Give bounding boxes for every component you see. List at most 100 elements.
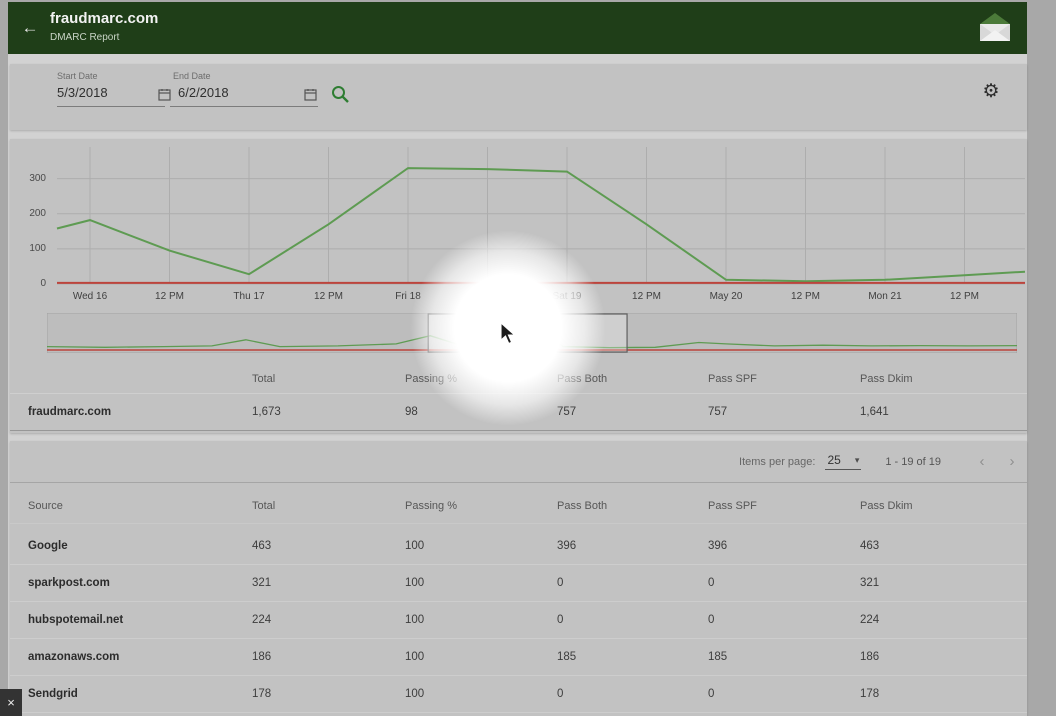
- close-icon[interactable]: ×: [0, 689, 22, 716]
- table-row[interactable]: sparkpost.com 321 100 0 0 321: [10, 564, 1027, 602]
- table-row[interactable]: hubspotemail.net 224 100 0 0 224: [10, 601, 1027, 639]
- source-name: Sendgrid: [28, 688, 78, 700]
- table-header-row: Source Total Passing % Pass Both Pass SPF Pas…: [10, 489, 1027, 524]
- x-tick-label: Wed 16: [73, 291, 107, 302]
- summary-value: 757: [557, 406, 576, 418]
- date-filter-card: Start Date 5/3/2018 End Date 6/2/2018 ⚙: [10, 64, 1027, 130]
- next-page-button[interactable]: ›: [997, 453, 1027, 470]
- items-per-page-label: Items per page:: [739, 456, 815, 468]
- source-value: 463: [252, 540, 271, 552]
- page-size-value: 25: [827, 453, 840, 467]
- source-value: 396: [557, 540, 576, 552]
- end-date-label: End Date: [173, 71, 211, 81]
- y-tick-label: 300: [20, 173, 46, 184]
- source-value: 463: [860, 540, 879, 552]
- source-value: 321: [860, 577, 879, 589]
- source-value: 396: [708, 540, 727, 552]
- source-value: 185: [708, 651, 727, 663]
- y-tick-label: 0: [20, 278, 46, 289]
- brush-selection[interactable]: [428, 314, 627, 352]
- summary-col-header: Pass SPF: [708, 373, 757, 385]
- source-value: 0: [708, 577, 714, 589]
- source-name: hubspotemail.net: [28, 614, 123, 626]
- source-value: 0: [557, 688, 563, 700]
- source-name: Google: [28, 540, 68, 552]
- source-value: 186: [860, 651, 879, 663]
- x-tick-label: 12 PM: [632, 291, 661, 302]
- summary-data-row: fraudmarc.com 1,673 98 757 757 1,641: [10, 394, 1027, 431]
- paginator: Items per page: 25 ▾ 1 - 19 of 19 ‹ ›: [10, 441, 1027, 483]
- x-tick-label: 12 PM: [791, 291, 820, 302]
- table-col-header: Pass Both: [557, 500, 607, 512]
- start-date-label: Start Date: [57, 71, 98, 81]
- table-row[interactable]: Google 463 100 396 396 463: [10, 527, 1027, 565]
- summary-col-header: Pass Dkim: [860, 373, 913, 385]
- x-tick-label: Mon 21: [868, 291, 901, 302]
- summary-value: 1,673: [252, 406, 281, 418]
- x-tick-label: Fri 18: [395, 291, 421, 302]
- source-value: 100: [405, 577, 424, 589]
- end-date-underline: [170, 106, 318, 107]
- source-name: amazonaws.com: [28, 651, 119, 663]
- source-value: 0: [708, 614, 714, 626]
- search-icon[interactable]: [330, 84, 350, 104]
- chart-card: 0 100 200 300 Wed 16 12 PM Thu 17 12 PM Fri 18 1…: [10, 139, 1027, 433]
- calendar-icon[interactable]: [304, 88, 318, 102]
- source-value: 178: [860, 688, 879, 700]
- summary-header-row: Total Passing % Pass Both Pass SPF Pass Dkim: [10, 365, 1027, 394]
- chart-brush-strip[interactable]: [47, 313, 1017, 353]
- source-value: 0: [557, 614, 563, 626]
- summary-col-header: Pass Both: [557, 373, 607, 385]
- source-table-card: Items per page: 25 ▾ 1 - 19 of 19 ‹ › So…: [10, 441, 1027, 716]
- summary-value: 1,641: [860, 406, 889, 418]
- page-title: fraudmarc.com: [50, 10, 158, 27]
- page: ← fraudmarc.com DMARC Report Start Date …: [0, 0, 1056, 716]
- end-date-input[interactable]: 6/2/2018: [178, 85, 229, 100]
- x-tick-label: Thu 17: [233, 291, 264, 302]
- calendar-icon[interactable]: [158, 88, 172, 102]
- x-tick-label: 12 PM: [473, 291, 502, 302]
- source-value: 224: [860, 614, 879, 626]
- x-tick-label: May 20: [710, 291, 743, 302]
- series-line-passing: [57, 168, 1025, 281]
- y-tick-label: 200: [20, 208, 46, 219]
- page-subtitle: DMARC Report: [50, 32, 119, 43]
- page-range-text: 1 - 19 of 19: [885, 456, 941, 468]
- x-tick-label: 12 PM: [950, 291, 979, 302]
- table-row[interactable]: Sendgrid17810000178: [10, 675, 1027, 713]
- source-value: 185: [557, 651, 576, 663]
- source-value: 100: [405, 688, 424, 700]
- app-header: ← fraudmarc.com DMARC Report: [8, 2, 1027, 54]
- timeseries-chart: [47, 147, 1025, 307]
- x-tick-label: 12 PM: [155, 291, 184, 302]
- summary-value: 98: [405, 406, 418, 418]
- chevron-down-icon: ▾: [855, 455, 860, 466]
- source-value: 100: [405, 540, 424, 552]
- source-value: 0: [708, 688, 714, 700]
- summary-domain-name: fraudmarc.com: [28, 406, 111, 418]
- table-col-header: Source: [28, 500, 63, 512]
- table-col-header: Total: [252, 500, 275, 512]
- previous-page-button[interactable]: ‹: [967, 453, 997, 470]
- table-row[interactable]: amazonaws.com186100185185186: [10, 638, 1027, 676]
- y-tick-label: 100: [20, 243, 46, 254]
- back-arrow-icon[interactable]: ←: [18, 16, 42, 40]
- source-value: 100: [405, 614, 424, 626]
- table-col-header: Passing %: [405, 500, 457, 512]
- source-value: 321: [252, 577, 271, 589]
- table-col-header: Pass SPF: [708, 500, 757, 512]
- source-value: 100: [405, 651, 424, 663]
- source-value: 224: [252, 614, 271, 626]
- page-size-select[interactable]: 25 ▾: [825, 453, 861, 470]
- source-value: 0: [557, 577, 563, 589]
- source-name: sparkpost.com: [28, 577, 110, 589]
- summary-col-header: Total: [252, 373, 275, 385]
- start-date-underline: [57, 106, 165, 107]
- summary-value: 757: [708, 406, 727, 418]
- summary-col-header: Passing %: [405, 373, 457, 385]
- x-tick-label: 12 PM: [314, 291, 343, 302]
- envelope-logo-icon: [975, 10, 1015, 51]
- start-date-input[interactable]: 5/3/2018: [57, 85, 108, 100]
- table-col-header: Pass Dkim: [860, 500, 913, 512]
- settings-gear-icon[interactable]: ⚙: [979, 80, 1003, 104]
